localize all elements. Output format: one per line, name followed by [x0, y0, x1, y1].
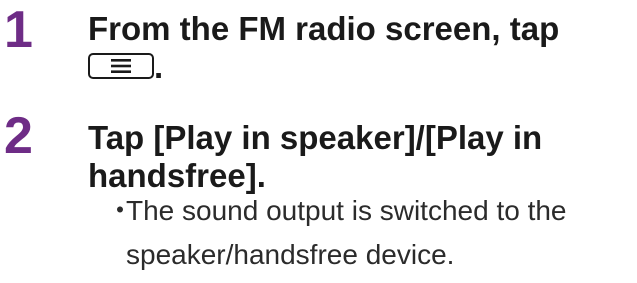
menu-icon	[111, 59, 131, 74]
note-text-line-1: The sound output is switched to the	[126, 195, 567, 226]
step-2-number: 2	[4, 107, 33, 165]
note-line-1: ・The sound output is switched to the	[106, 189, 567, 233]
step-1-number: 1	[4, 1, 33, 59]
step-1-text: From the FM radio screen, tap .	[88, 10, 559, 86]
menu-key	[88, 53, 154, 80]
step-1-line-2: .	[88, 48, 559, 86]
step-1-period: .	[154, 48, 164, 85]
step-2-line-1: Tap [Play in speaker]/[Play in	[88, 119, 543, 156]
step-2-note: ・The sound output is switched to the spe…	[106, 189, 567, 277]
note-line-2: speaker/handsfree device.	[126, 239, 455, 270]
step-1-line-1: From the FM radio screen, tap	[88, 10, 560, 47]
step-2-text: Tap [Play in speaker]/[Play in handsfree…	[88, 119, 542, 195]
bullet-mark: ・	[106, 195, 135, 226]
